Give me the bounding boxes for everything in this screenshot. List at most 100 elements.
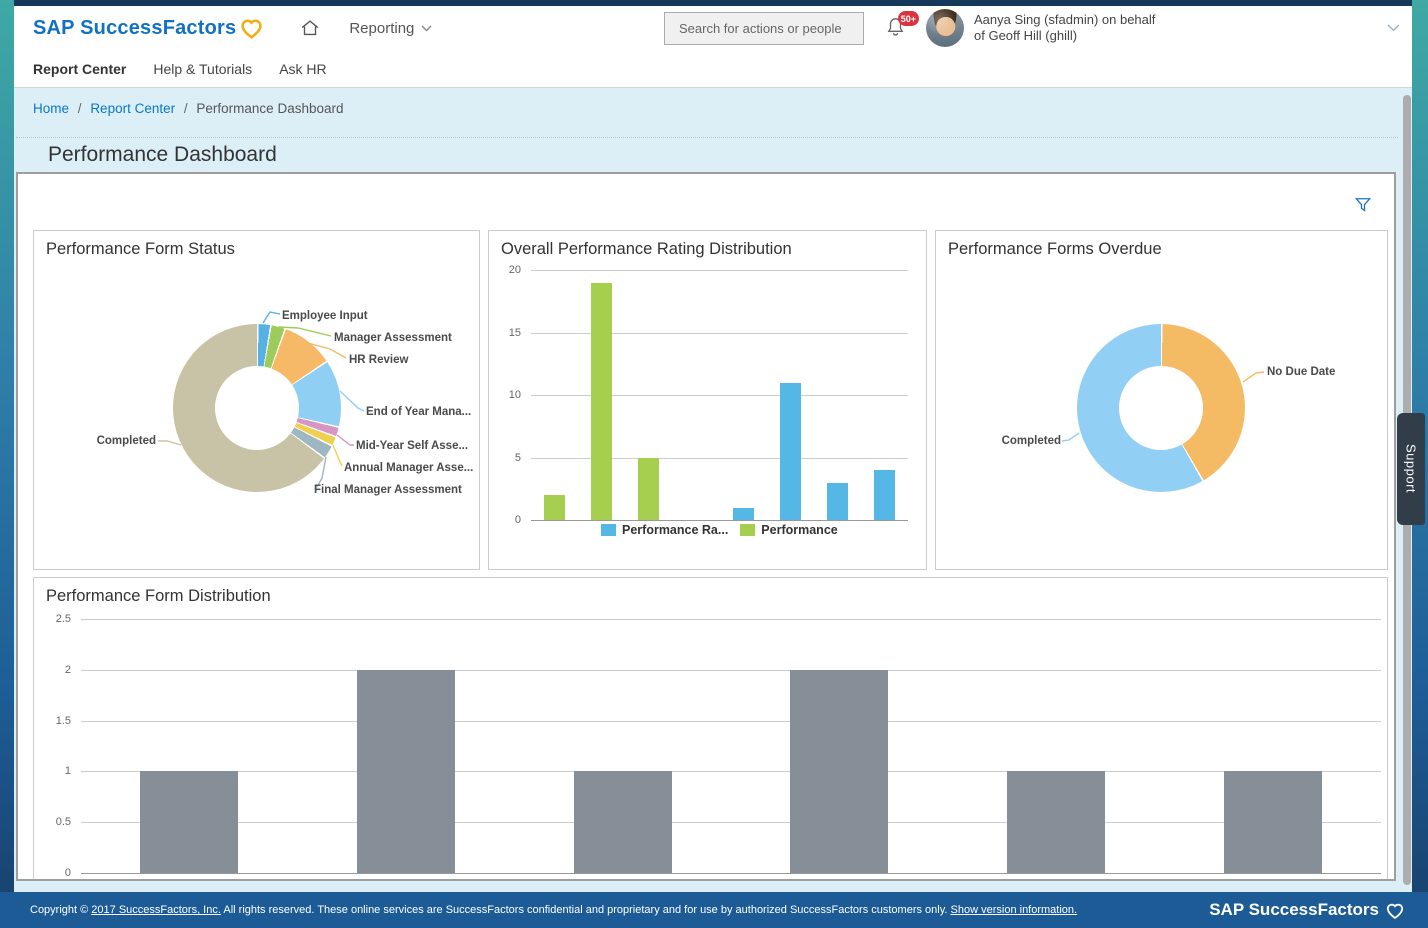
donut-slice-label: Completed — [1002, 435, 1061, 447]
donut-slice-label: End of Year Mana... — [366, 406, 471, 418]
x-axis-tick-label: 9 — [731, 879, 948, 881]
donut-slice-label: Mid-Year Self Asse... — [356, 440, 468, 452]
chevron-down-icon — [421, 25, 432, 32]
breadcrumb-home[interactable]: Home — [33, 101, 69, 116]
gridline — [81, 822, 1381, 823]
sap-successfactors-logo: SAP SuccessFactors — [33, 15, 265, 41]
bar[interactable] — [790, 670, 888, 873]
gridline — [531, 333, 908, 334]
tab-help-tutorials[interactable]: Help & Tutorials — [153, 61, 252, 77]
global-search[interactable] — [664, 12, 864, 45]
bar[interactable] — [780, 383, 801, 521]
tab-ask-hr[interactable]: Ask HR — [279, 61, 326, 77]
bar[interactable] — [574, 771, 672, 873]
donut-chart-layer: No Due DateCompleted — [936, 231, 1387, 569]
bar[interactable] — [874, 470, 895, 520]
legend-label: Performance — [761, 523, 837, 537]
module-nav: Report Center Help & Tutorials Ask HR — [14, 50, 1412, 88]
donut-slice-label: Completed — [97, 435, 156, 447]
notifications-button[interactable]: 50+ — [884, 14, 910, 42]
legend-swatch — [740, 524, 755, 536]
app-window: SAP SuccessFactors Reporting — [14, 6, 1412, 892]
module-selector[interactable]: Reporting — [349, 20, 432, 37]
heart-icon — [1384, 900, 1406, 921]
donut-slice-label: Employee Input — [282, 310, 368, 322]
y-axis-tick-label: 2 — [41, 664, 71, 676]
copyright-body: All rights reserved. These online servic… — [221, 904, 951, 916]
bar[interactable] — [1007, 771, 1105, 873]
y-axis-tick-label: 15 — [491, 327, 521, 339]
x-axis-tick-label: 1 — [81, 879, 298, 881]
donut-slice-label: HR Review — [349, 354, 408, 366]
divider — [16, 137, 1398, 138]
notification-badge: 50+ — [898, 11, 919, 26]
footer-logo: SAP SuccessFactors — [1209, 900, 1406, 921]
gridline — [531, 395, 908, 396]
home-button[interactable] — [299, 17, 321, 39]
user-name-line1: Aanya Sing (sfadmin) on behalf — [974, 12, 1155, 28]
tab-report-center[interactable]: Report Center — [33, 61, 126, 77]
heart-icon — [238, 15, 265, 41]
donut-chart-layer: Employee Input Manager Assessment HR Revie… — [34, 231, 479, 569]
panel-performance-form-status: Performance Form Status Employee InputMa… — [33, 230, 480, 570]
x-axis-tick-label: 4 — [298, 879, 515, 881]
bar[interactable] — [733, 508, 754, 521]
panel-rating-distribution: Overall Performance Rating Distribution … — [488, 230, 927, 570]
legend-item[interactable]: Performance Ra... — [601, 523, 728, 537]
donut-slice-label: Manager Assessment — [334, 332, 452, 344]
y-axis-tick-label: 2.5 — [41, 613, 71, 625]
legend-swatch — [601, 524, 616, 536]
bar[interactable] — [638, 458, 659, 521]
y-axis-tick-label: 1.5 — [41, 715, 71, 727]
gridline — [81, 721, 1381, 722]
module-label: Reporting — [349, 20, 414, 37]
copyright-link[interactable]: 2017 SuccessFactors, Inc. — [91, 904, 221, 916]
y-axis-tick-label: 0 — [491, 514, 521, 526]
home-icon — [299, 17, 321, 39]
gridline — [81, 619, 1381, 620]
copyright-prefix: Copyright © — [30, 904, 91, 916]
gridline — [81, 873, 1381, 874]
chevron-down-icon — [1387, 24, 1400, 32]
bar-chart-layer: 00.511.522.514891013 — [34, 578, 1387, 881]
bar[interactable] — [1224, 771, 1322, 873]
x-axis-tick-label: 10 — [948, 879, 1165, 881]
donut-hole — [1119, 366, 1203, 450]
donut-slice-label: Annual Manager Asse... — [344, 462, 473, 474]
bar[interactable] — [140, 771, 238, 873]
footer-logo-text: SAP SuccessFactors — [1209, 900, 1379, 920]
gridline — [531, 458, 908, 459]
user-menu-caret[interactable] — [1387, 19, 1400, 37]
panel-forms-overdue: Performance Forms Overdue No Due DateCom… — [935, 230, 1388, 570]
gridline — [81, 670, 1381, 671]
y-axis-tick-label: 5 — [491, 452, 521, 464]
support-tab[interactable]: Support — [1397, 413, 1425, 525]
version-info-link[interactable]: Show version information. — [951, 904, 1078, 916]
bar[interactable] — [357, 670, 455, 873]
legend-item[interactable]: Performance — [740, 523, 837, 537]
content-area: Home / Report Center / Performance Dashb… — [14, 88, 1412, 892]
dashboard-container: Performance Form Status Employee InputMa… — [16, 172, 1396, 881]
y-axis-tick-label: 1 — [41, 765, 71, 777]
bar[interactable] — [827, 483, 848, 521]
footer: Copyright © 2017 SuccessFactors, Inc. Al… — [0, 892, 1428, 928]
bar[interactable] — [591, 283, 612, 521]
filter-button[interactable] — [1350, 192, 1376, 218]
user-menu[interactable]: Aanya Sing (sfadmin) on behalf of Geoff … — [974, 12, 1155, 44]
breadcrumb: Home / Report Center / Performance Dashb… — [33, 101, 343, 116]
y-axis-tick-label: 10 — [491, 389, 521, 401]
search-input[interactable] — [679, 21, 855, 36]
chart-legend: Performance Ra... Performance — [601, 523, 838, 537]
filter-icon — [1353, 195, 1373, 215]
copyright-text: Copyright © 2017 SuccessFactors, Inc. Al… — [30, 904, 1077, 916]
breadcrumb-report-center[interactable]: Report Center — [90, 101, 175, 116]
bar[interactable] — [544, 495, 565, 520]
logo-text: SAP SuccessFactors — [33, 17, 236, 40]
user-avatar[interactable] — [926, 9, 964, 47]
top-header: SAP SuccessFactors Reporting — [14, 6, 1412, 50]
donut-hole — [215, 366, 299, 450]
y-axis-tick-label: 0 — [41, 867, 71, 879]
gridline — [81, 771, 1381, 772]
breadcrumb-separator: / — [184, 101, 188, 116]
x-axis-tick-label: 8 — [514, 879, 731, 881]
